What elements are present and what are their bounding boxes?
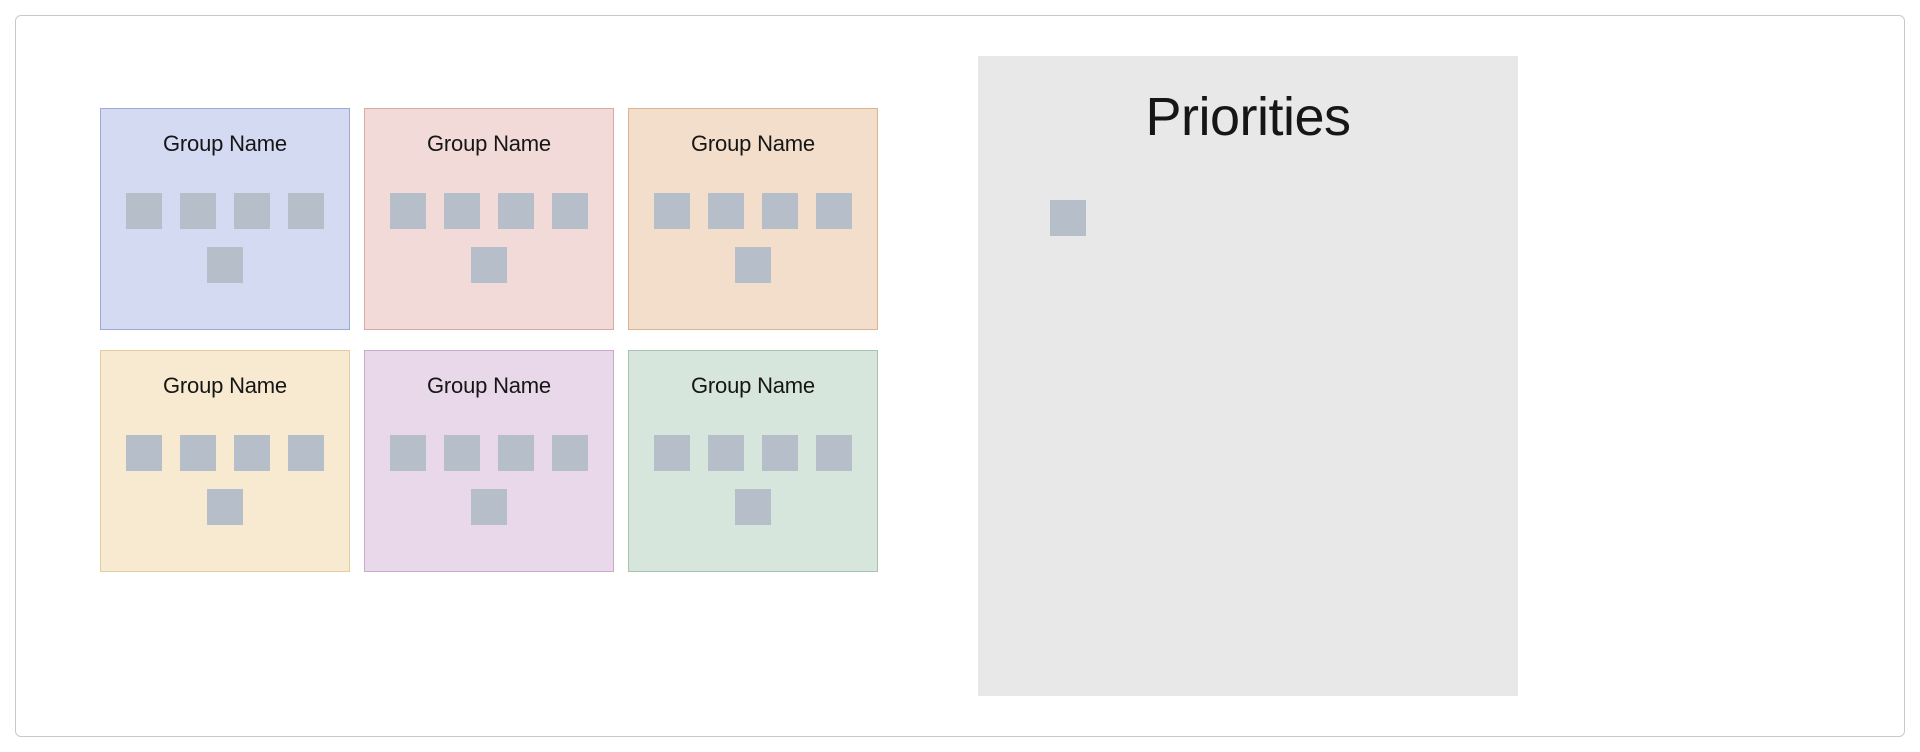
sticky-note-icon[interactable] [1050,200,1086,236]
group-tiles [653,193,853,283]
sticky-note-icon[interactable] [444,435,480,471]
group-tiles [125,193,325,283]
sticky-note-icon[interactable] [498,435,534,471]
sticky-note-icon[interactable] [762,193,798,229]
sticky-note-icon[interactable] [552,435,588,471]
sticky-note-icon[interactable] [390,193,426,229]
group-title: Group Name [163,373,287,399]
sticky-note-icon[interactable] [288,435,324,471]
group-card[interactable]: Group Name [364,350,614,572]
group-tiles [389,435,589,525]
sticky-note-icon[interactable] [207,489,243,525]
group-title: Group Name [427,131,551,157]
sticky-note-icon[interactable] [126,193,162,229]
sticky-note-icon[interactable] [816,435,852,471]
group-card[interactable]: Group Name [100,108,350,330]
group-title: Group Name [427,373,551,399]
groups-grid: Group Name Group Name Group Name [100,108,878,572]
group-tiles [125,435,325,525]
sticky-note-icon[interactable] [654,193,690,229]
group-title: Group Name [691,373,815,399]
priorities-tiles [1018,200,1478,236]
priorities-panel[interactable]: Priorities [978,56,1518,696]
sticky-note-icon[interactable] [708,435,744,471]
group-title: Group Name [691,131,815,157]
sticky-note-icon[interactable] [126,435,162,471]
sticky-note-icon[interactable] [180,435,216,471]
priorities-title: Priorities [1018,86,1478,148]
group-tiles [653,435,853,525]
sticky-note-icon[interactable] [735,489,771,525]
group-title: Group Name [163,131,287,157]
sticky-note-icon[interactable] [735,247,771,283]
sticky-note-icon[interactable] [762,435,798,471]
sticky-note-icon[interactable] [444,193,480,229]
sticky-note-icon[interactable] [654,435,690,471]
sticky-note-icon[interactable] [207,247,243,283]
sticky-note-icon[interactable] [390,435,426,471]
group-card[interactable]: Group Name [100,350,350,572]
sticky-note-icon[interactable] [552,193,588,229]
sticky-note-icon[interactable] [471,489,507,525]
group-card[interactable]: Group Name [628,350,878,572]
sticky-note-icon[interactable] [708,193,744,229]
sticky-note-icon[interactable] [234,435,270,471]
diagram-canvas: Group Name Group Name Group Name [15,15,1905,737]
sticky-note-icon[interactable] [180,193,216,229]
sticky-note-icon[interactable] [816,193,852,229]
sticky-note-icon[interactable] [288,193,324,229]
group-card[interactable]: Group Name [628,108,878,330]
sticky-note-icon[interactable] [498,193,534,229]
group-tiles [389,193,589,283]
sticky-note-icon[interactable] [234,193,270,229]
group-card[interactable]: Group Name [364,108,614,330]
sticky-note-icon[interactable] [471,247,507,283]
